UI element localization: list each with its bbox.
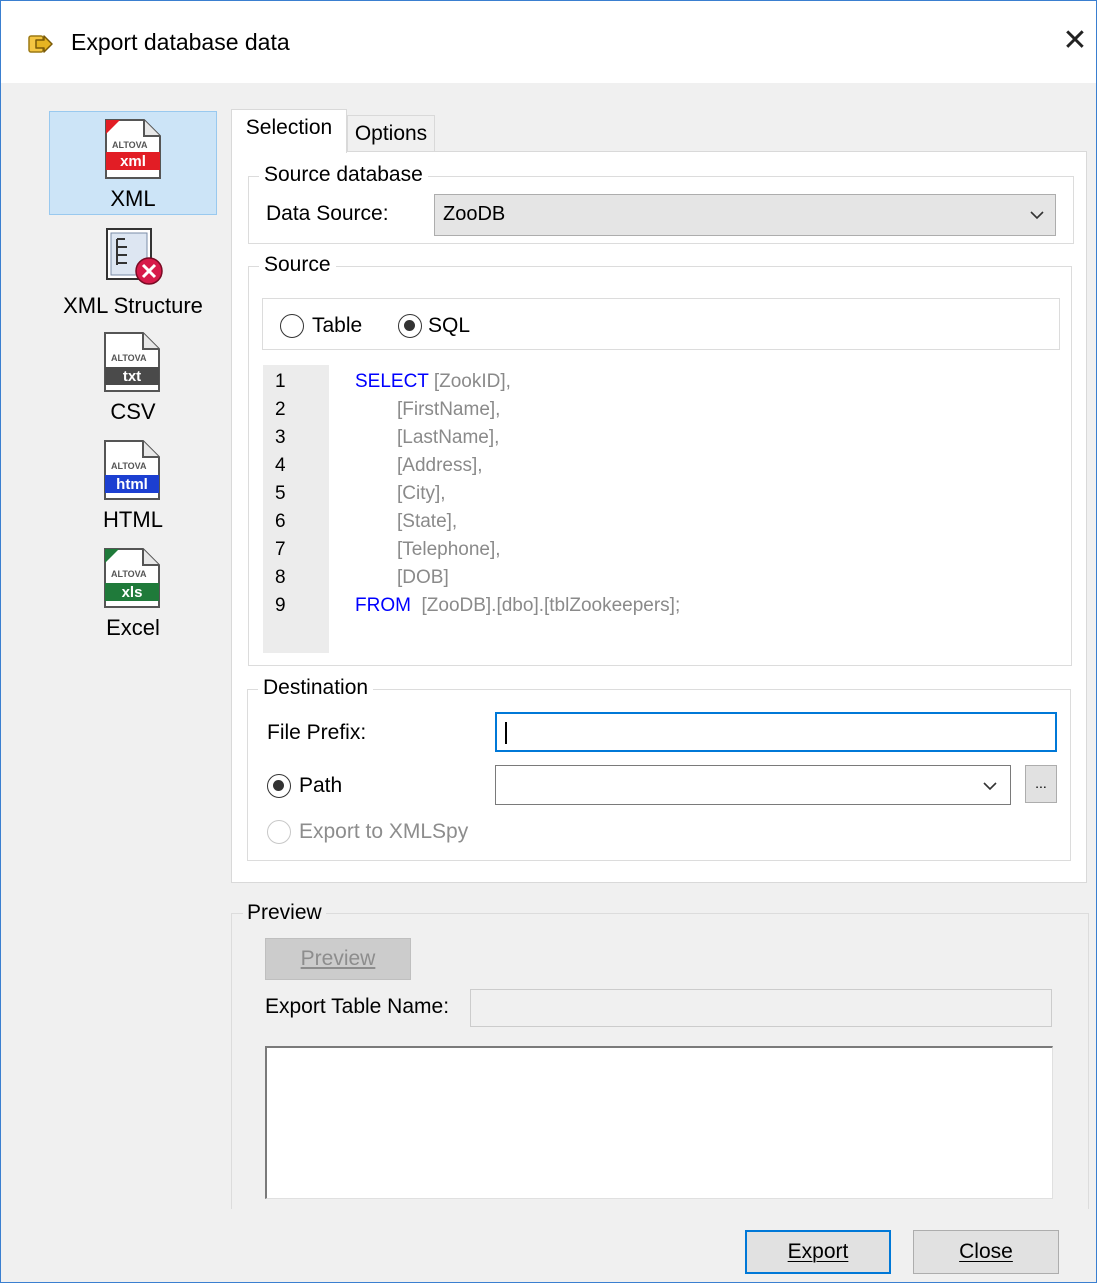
close-icon[interactable]: ✕ — [1057, 23, 1093, 59]
preview-button: Preview — [265, 938, 411, 980]
sql-keyword: SELECT — [355, 371, 429, 392]
text-cursor — [505, 722, 507, 744]
file-prefix-label: File Prefix: — [267, 721, 367, 744]
badge-xls: xls — [122, 584, 143, 601]
destination-title: Destination — [258, 676, 374, 700]
sql-line: SELECT [ZookID], — [355, 371, 511, 393]
path-radio[interactable] — [267, 774, 291, 798]
sql-text: [ZooDB].[dbo].[tblZookeepers]; — [410, 595, 681, 616]
sql-line: [City], — [397, 483, 446, 504]
path-radio-label[interactable]: Path — [299, 774, 342, 798]
sql-text: [ZookID], — [428, 371, 511, 392]
sql-keyword: FROM — [355, 595, 411, 616]
sql-radio-label[interactable]: SQL — [428, 314, 470, 338]
data-source-value: ZooDB — [443, 203, 506, 225]
data-source-select[interactable]: ZooDB — [434, 194, 1056, 236]
sql-line: FROM [ZooDB].[dbo].[tblZookeepers]; — [355, 595, 680, 617]
csv-file-icon: ALTOVA txt — [104, 332, 160, 392]
brand-label: ALTOVA — [112, 140, 148, 150]
line-number: 7 — [275, 539, 286, 560]
line-number: 9 — [275, 595, 286, 616]
format-xml[interactable]: ALTOVA xml XML — [49, 111, 217, 215]
chevron-down-icon — [983, 782, 997, 791]
export-to-xmlspy-radio — [267, 820, 291, 844]
preview-button-label: Preview — [300, 947, 376, 970]
brand-label: ALTOVA — [111, 461, 147, 471]
chevron-down-icon — [1030, 211, 1044, 220]
table-radio-label[interactable]: Table — [312, 314, 362, 338]
export-to-xmlspy-label: Export to XMLSpy — [299, 820, 469, 843]
export-dialog: Export database data ✕ ALTOVA xml XML XM… — [0, 0, 1097, 1283]
line-number-gutter — [263, 365, 329, 653]
preview-area[interactable] — [265, 1046, 1053, 1199]
browse-button[interactable]: ... — [1025, 765, 1057, 803]
line-number: 1 — [275, 371, 286, 392]
badge-xml: xml — [120, 153, 146, 170]
tab-selection[interactable]: Selection — [231, 109, 347, 153]
format-html[interactable]: ALTOVA html HTML — [49, 439, 217, 539]
badge-txt: txt — [123, 368, 141, 385]
brand-label: ALTOVA — [111, 569, 147, 579]
format-label-excel: Excel — [106, 615, 160, 640]
format-label-xml: XML — [110, 186, 156, 211]
close-button-label: Close — [959, 1240, 1013, 1263]
excel-file-icon: ALTOVA xls — [104, 548, 160, 608]
sql-line: [Address], — [397, 455, 483, 476]
line-number: 2 — [275, 399, 286, 420]
brand-label: ALTOVA — [111, 353, 147, 363]
window-title: Export database data — [71, 29, 290, 55]
close-button[interactable]: Close — [913, 1230, 1059, 1274]
source-title: Source — [259, 253, 336, 277]
badge-html: html — [116, 476, 148, 493]
line-number: 3 — [275, 427, 286, 448]
sql-line: [DOB] — [397, 567, 449, 588]
format-excel[interactable]: ALTOVA xls Excel — [49, 547, 217, 647]
line-number: 6 — [275, 511, 286, 532]
line-number: 5 — [275, 483, 286, 504]
source-mode-box — [262, 298, 1060, 350]
sql-line: [State], — [397, 511, 458, 532]
title-bar: Export database data ✕ — [1, 1, 1096, 83]
format-label-xml-structure: XML Structure — [63, 293, 203, 318]
table-radio[interactable] — [280, 314, 304, 338]
format-xml-structure[interactable]: XML Structure — [49, 223, 217, 323]
xml-file-icon: ALTOVA xml — [105, 119, 161, 179]
path-select[interactable] — [495, 765, 1011, 805]
preview-title: Preview — [243, 901, 326, 925]
html-file-icon: ALTOVA html — [104, 440, 160, 500]
export-table-name-input — [470, 989, 1052, 1027]
format-label-csv: CSV — [110, 399, 156, 424]
line-number: 4 — [275, 455, 286, 476]
export-button-label: Export — [787, 1240, 849, 1263]
format-csv[interactable]: ALTOVA txt CSV — [49, 331, 217, 431]
file-prefix-input[interactable] — [495, 712, 1057, 752]
data-source-label: Data Source: — [266, 202, 389, 225]
export-table-name-label: Export Table Name: — [265, 995, 450, 1018]
xml-structure-icon — [106, 228, 163, 285]
source-database-title: Source database — [259, 163, 428, 187]
sql-line: [LastName], — [397, 427, 500, 448]
sql-radio[interactable] — [398, 314, 422, 338]
export-arrow-icon — [28, 35, 53, 53]
line-number: 8 — [275, 567, 286, 588]
sql-line: [Telephone], — [397, 539, 501, 560]
format-label-html: HTML — [103, 507, 163, 532]
sql-line: [FirstName], — [397, 399, 501, 420]
export-button[interactable]: Export — [745, 1230, 891, 1274]
sql-editor[interactable]: 1 2 3 4 5 6 7 8 9 SELECT [ZookID], [Firs… — [263, 365, 1058, 653]
tab-options[interactable]: Options — [347, 115, 435, 155]
